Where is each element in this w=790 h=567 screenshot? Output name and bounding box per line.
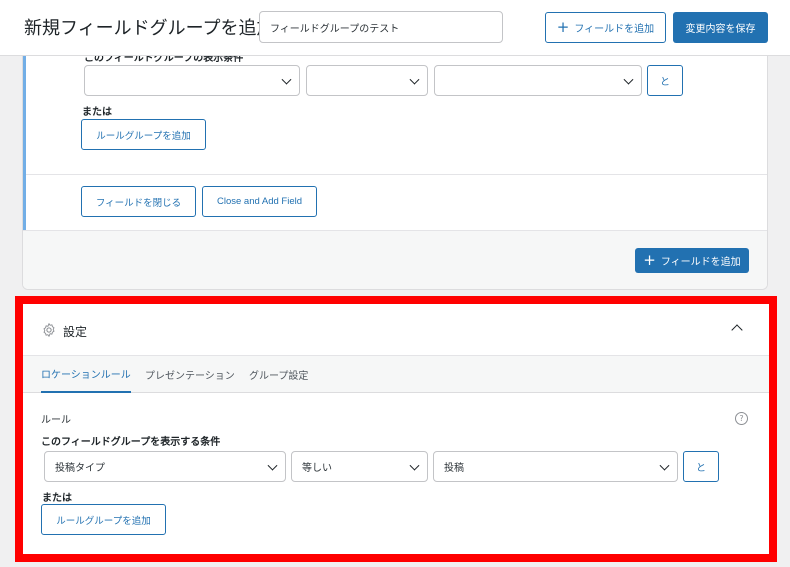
tab-presentation[interactable]: プレゼンテーション: [145, 356, 235, 393]
add-and-rule-button[interactable]: と: [683, 451, 719, 482]
rule-value-select[interactable]: [434, 65, 642, 96]
divider: [26, 174, 767, 175]
rule-value-value: 投稿: [444, 463, 464, 474]
chevron-down-icon: [267, 460, 278, 471]
rule-param-select[interactable]: [84, 65, 300, 96]
rules-label: ルール: [41, 415, 71, 426]
open-field-editor: このフィールドグループの表示条件 と または ルールグループを追加 フィールドを…: [23, 56, 767, 230]
rule-value-select[interactable]: 投稿: [433, 451, 678, 482]
chevron-down-icon: [281, 74, 292, 85]
footer-add-field-label: フィールドを追加: [660, 257, 741, 268]
rule-operator-value: 等しい: [302, 463, 332, 474]
help-icon[interactable]: ?: [735, 412, 748, 425]
condition-label: このフィールドグループを表示する条件: [41, 437, 221, 448]
add-and-rule-button[interactable]: と: [647, 65, 683, 96]
header-add-field-label: フィールドを追加: [574, 24, 655, 35]
chevron-up-icon[interactable]: [731, 324, 743, 336]
plus-icon: +: [643, 251, 656, 269]
rule-param-value: 投稿タイプ: [55, 463, 105, 474]
tab-group-settings[interactable]: グループ設定: [249, 356, 308, 393]
add-rule-group-button[interactable]: ルールグループを追加: [41, 504, 166, 535]
page-header: 新規フィールドグループを追加 + フィールドを追加 変更内容を保存: [0, 0, 790, 56]
or-label: または: [42, 493, 72, 504]
chevron-down-icon: [409, 460, 420, 471]
rule-param-select[interactable]: 投稿タイプ: [44, 451, 286, 482]
save-changes-button[interactable]: 変更内容を保存: [673, 12, 768, 43]
settings-panel: 設定 ロケーションルール プレゼンテーション グループ設定 ルール ? このフィ…: [15, 296, 777, 562]
plus-icon: +: [556, 18, 570, 36]
location-condition-label-cutoff: このフィールドグループの表示条件: [84, 56, 244, 64]
rule-operator-select[interactable]: 等しい: [291, 451, 428, 482]
chevron-down-icon: [659, 460, 670, 471]
chevron-down-icon: [409, 74, 420, 85]
or-label: または: [82, 107, 112, 118]
footer-add-field-button[interactable]: + フィールドを追加: [635, 248, 749, 273]
field-group-title-input[interactable]: [259, 11, 503, 43]
close-and-add-field-button[interactable]: Close and Add Field: [202, 186, 317, 217]
gear-icon: [43, 323, 55, 337]
settings-tabs: ロケーションルール プレゼンテーション グループ設定: [23, 355, 769, 393]
rule-operator-select[interactable]: [306, 65, 428, 96]
chevron-down-icon: [623, 74, 634, 85]
fields-panel: このフィールドグループの表示条件 と または ルールグループを追加 フィールドを…: [22, 56, 768, 290]
page-title: 新規フィールドグループを追加: [24, 18, 275, 39]
add-rule-group-button[interactable]: ルールグループを追加: [81, 119, 206, 150]
close-field-button[interactable]: フィールドを閉じる: [81, 186, 196, 217]
header-add-field-button[interactable]: + フィールドを追加: [545, 12, 666, 43]
fields-panel-footer: + フィールドを追加: [23, 230, 767, 289]
tab-location-rules[interactable]: ロケーションルール: [41, 356, 131, 393]
settings-header[interactable]: 設定: [23, 304, 769, 355]
settings-title: 設定: [63, 325, 88, 339]
